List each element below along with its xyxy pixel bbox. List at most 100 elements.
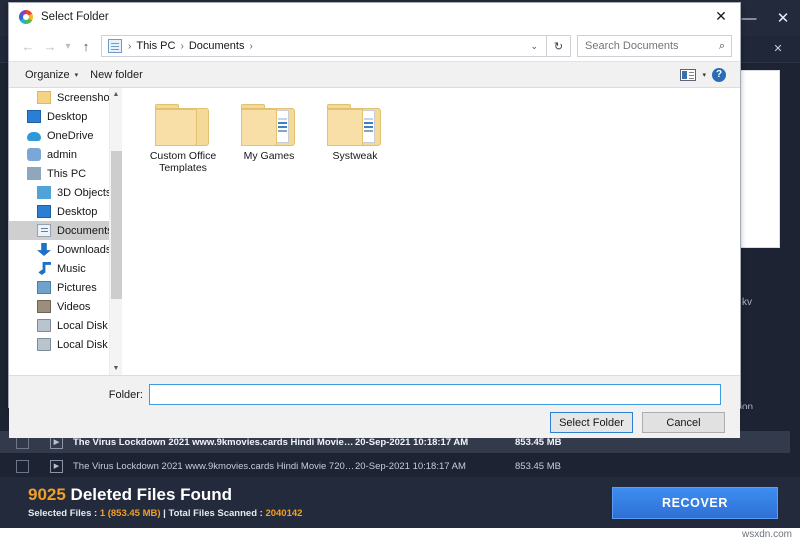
this-pc-icon xyxy=(27,167,41,180)
breadcrumb-item-documents[interactable]: Documents xyxy=(186,40,248,52)
sidebar-item-downloads[interactable]: Downloads xyxy=(9,240,122,259)
toolbar-right-group: ▾ ? xyxy=(680,67,730,82)
sidebar-item-label: OneDrive xyxy=(47,129,94,142)
forward-arrow-icon[interactable]: → xyxy=(39,35,61,57)
desktop-icon xyxy=(37,205,51,218)
new-folder-button[interactable]: New folder xyxy=(84,69,149,81)
select-folder-button[interactable]: Select Folder xyxy=(550,412,633,433)
file-date: 20-Sep-2021 10:18:17 AM xyxy=(355,436,469,448)
folder-with-files-icon xyxy=(327,100,383,146)
sidebar-item-label: admin xyxy=(47,148,77,161)
search-box[interactable]: ⌕ xyxy=(577,35,732,57)
sidebar-item-3d-objects[interactable]: 3D Objects xyxy=(9,183,122,202)
sidebar-item-onedrive[interactable]: OneDrive xyxy=(9,126,122,145)
sidebar-scrollbar[interactable]: ▲ ▼ xyxy=(109,88,122,375)
disk-icon xyxy=(37,338,51,351)
search-input[interactable] xyxy=(578,39,713,53)
folder-with-files-icon xyxy=(241,100,297,146)
deleted-files-count: 9025 xyxy=(28,485,66,504)
sidebar-item-label: Pictures xyxy=(57,281,97,294)
sidebar-item-label: Desktop xyxy=(57,205,98,218)
refresh-icon[interactable]: ↻ xyxy=(547,35,571,57)
folder-item-my-games[interactable]: My Games xyxy=(226,100,312,174)
sidebar-item-screenshots[interactable]: Screenshots xyxy=(9,88,122,107)
up-arrow-icon[interactable]: ↑ xyxy=(75,35,97,57)
file-size: 853.45 MB xyxy=(515,460,561,472)
sidebar-item-local-disk-c[interactable]: Local Disk (C:) xyxy=(9,316,122,335)
music-icon xyxy=(38,262,51,275)
sidebar-item-desktop[interactable]: Desktop xyxy=(9,107,122,126)
video-file-icon: ▶ xyxy=(50,459,63,473)
dialog-close-button[interactable]: ✕ xyxy=(706,5,736,27)
folder-field-label: Folder: xyxy=(108,388,143,401)
folder-item-custom-office-templates[interactable]: Custom Office Templates xyxy=(140,100,226,174)
table-row[interactable]: ▶ The Virus Lockdown 2021 www.9kmovies.c… xyxy=(0,455,790,477)
pictures-icon xyxy=(37,281,51,294)
onedrive-icon xyxy=(27,132,41,141)
scroll-up-icon[interactable]: ▲ xyxy=(110,88,122,101)
file-size: 853.45 MB xyxy=(515,436,562,448)
sidebar-item-label: Documents xyxy=(57,224,113,237)
sidebar-item-this-pc[interactable]: This PC xyxy=(9,164,122,183)
recent-locations-chevron-down-icon[interactable]: ▾ xyxy=(61,35,75,57)
help-icon[interactable]: ? xyxy=(712,67,726,82)
breadcrumb-item-this-pc[interactable]: This PC xyxy=(133,40,178,52)
sidebar-item-music[interactable]: Music xyxy=(9,259,122,278)
sidebar-item-label: Desktop xyxy=(47,110,88,123)
chevron-down-icon: ▾ xyxy=(74,71,79,79)
app-close-button[interactable]: ✕ xyxy=(766,0,800,36)
folder-icon xyxy=(37,91,51,104)
watermark: wsxdn.com xyxy=(741,529,792,540)
folder-input-wrapper[interactable] xyxy=(149,384,721,405)
videos-icon xyxy=(37,300,51,313)
dialog-button-row: Select Folder Cancel xyxy=(550,412,725,433)
app-sub-close-button[interactable]: ✕ xyxy=(768,38,788,58)
folder-icon xyxy=(155,100,211,146)
sidebar-item-videos[interactable]: Videos xyxy=(9,297,122,316)
file-name: The Virus Lockdown 2021 www.9kmovies.car… xyxy=(73,436,355,448)
sidebar-item-documents[interactable]: Documents xyxy=(9,221,122,240)
dialog-title-bar: Select Folder ✕ xyxy=(9,3,740,31)
folder-label: Custom Office Templates xyxy=(149,150,217,174)
sidebar-item-pictures[interactable]: Pictures xyxy=(9,278,122,297)
scroll-down-icon[interactable]: ▼ xyxy=(110,362,122,375)
view-layout-icon[interactable] xyxy=(680,68,697,81)
app-window-controls: — ✕ xyxy=(732,0,800,36)
navigation-sidebar: Screenshots Desktop OneDrive admin This … xyxy=(9,88,122,375)
file-name: The Virus Lockdown 2021 www.9kmovies.car… xyxy=(73,460,355,472)
sidebar-item-label: Music xyxy=(57,262,86,275)
dialog-title: Select Folder xyxy=(41,10,109,23)
folder-input[interactable] xyxy=(150,385,720,404)
breadcrumb[interactable]: › This PC › Documents › ⌄ xyxy=(101,35,547,57)
view-chevron-down-icon[interactable]: ▾ xyxy=(702,71,706,79)
desktop-icon xyxy=(27,110,41,123)
folder-item-systweak[interactable]: Systweak xyxy=(312,100,398,174)
screen: — ✕ ✕ naged or t it. ore than . ble. kv … xyxy=(0,0,800,543)
dialog-body: Screenshots Desktop OneDrive admin This … xyxy=(9,88,740,375)
organize-button[interactable]: Organize ▾ xyxy=(19,69,84,81)
sidebar-item-label: This PC xyxy=(47,167,87,180)
sidebar-item-label: Videos xyxy=(57,300,91,313)
recover-button[interactable]: RECOVER xyxy=(612,487,778,519)
scrollbar-thumb[interactable] xyxy=(111,151,122,299)
select-folder-dialog: Select Folder ✕ ← → ▾ ↑ › This PC › Docu… xyxy=(8,2,742,438)
back-arrow-icon[interactable]: ← xyxy=(17,35,39,57)
sidebar-item-desktop-2[interactable]: Desktop xyxy=(9,202,122,221)
documents-breadcrumb-icon xyxy=(108,39,122,53)
sidebar-item-local-disk-d[interactable]: Local Disk (D:) xyxy=(9,335,122,354)
total-scanned-value: 2040142 xyxy=(265,508,303,519)
sidebar-item-admin[interactable]: admin xyxy=(9,145,122,164)
search-icon[interactable]: ⌕ xyxy=(713,40,731,53)
user-icon xyxy=(27,148,41,161)
total-scanned-label: | Total Files Scanned : xyxy=(160,508,266,519)
navigation-bar: ← → ▾ ↑ › This PC › Documents › ⌄ ↻ ⌕ xyxy=(9,31,740,61)
downloads-icon xyxy=(37,243,51,256)
new-folder-label: New folder xyxy=(90,68,143,81)
app-logo-icon xyxy=(19,9,33,24)
breadcrumb-chevron-down-icon[interactable]: ⌄ xyxy=(522,41,546,52)
folder-field-row: Folder: xyxy=(9,384,742,405)
folder-grid: Custom Office Templates My Games Systwea… xyxy=(122,88,740,375)
cancel-button[interactable]: Cancel xyxy=(642,412,725,433)
row-checkbox[interactable] xyxy=(16,459,29,473)
folder-label: Systweak xyxy=(332,150,378,162)
